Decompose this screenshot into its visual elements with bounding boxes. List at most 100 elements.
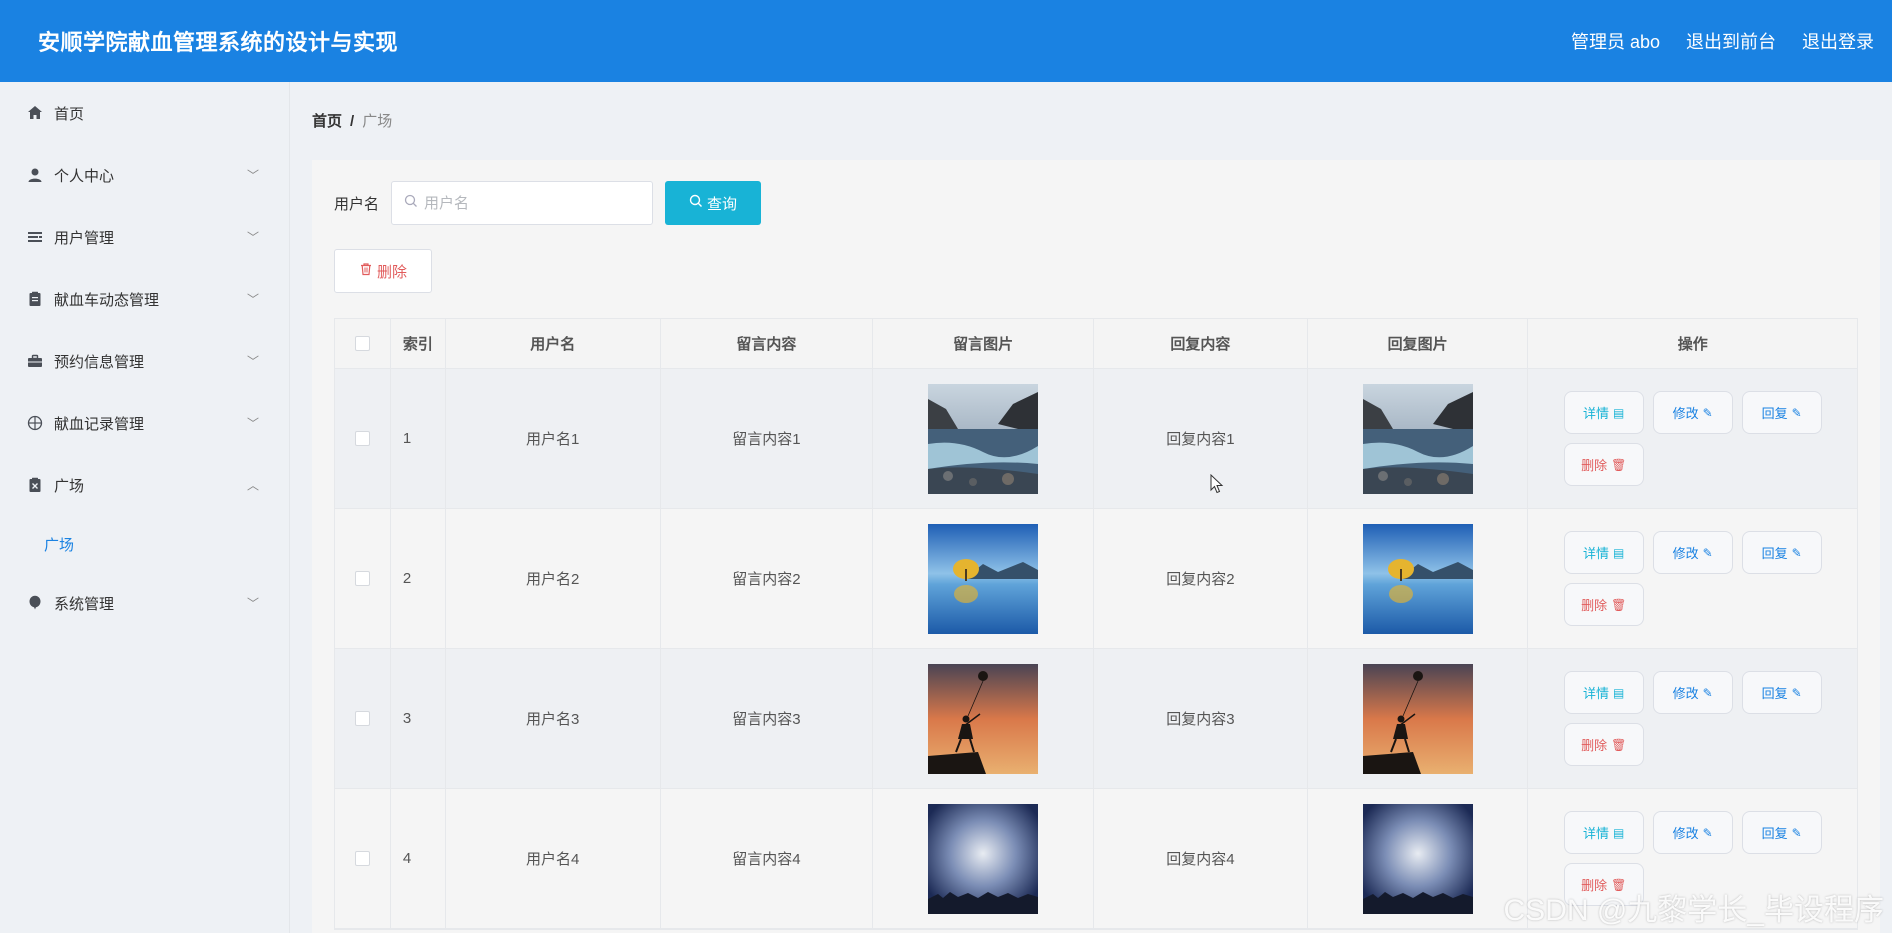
night-sky-crowd-image[interactable] — [1362, 803, 1473, 914]
detail-button[interactable]: 详情 ▤ — [1563, 391, 1644, 434]
sidebar-item-system[interactable]: 系统管理 ﹀ — [0, 572, 289, 634]
breadcrumb-separator: / — [350, 113, 355, 130]
cell-username: 用户名2 — [446, 509, 661, 648]
sidebar-item-records[interactable]: 献血记录管理 ﹀ — [0, 392, 289, 454]
admin-label[interactable]: 管理员 abo — [1571, 28, 1660, 54]
table-header-row: 索引 用户名 留言内容 留言图片 回复内容 回复图片 操作 — [335, 319, 1857, 369]
sidebar-item-personal[interactable]: 个人中心 ﹀ — [0, 144, 289, 206]
search-box[interactable] — [391, 181, 654, 225]
delete-button[interactable]: 删除 🗑 — [1563, 583, 1644, 626]
row-checkbox[interactable] — [354, 711, 370, 726]
girl-balloon-sunset-image[interactable] — [928, 663, 1039, 774]
document-icon: ▤ — [1613, 685, 1625, 700]
delete-label: 删除 — [1581, 458, 1608, 473]
row-checkbox[interactable] — [354, 571, 370, 586]
edit-label: 修改 — [1672, 546, 1699, 561]
exit-to-front-link[interactable]: 退出到前台 — [1686, 28, 1776, 54]
batch-delete-label: 删除 — [376, 263, 407, 281]
river-landscape-image[interactable] — [1362, 383, 1473, 494]
edit-button[interactable]: 修改 ✎ — [1652, 671, 1733, 714]
cell-index: 3 — [391, 649, 446, 788]
sidebar-item-label: 预约信息管理 — [54, 353, 145, 371]
cell-message: 留言内容4 — [661, 789, 874, 928]
reply-button[interactable]: 回复 ✎ — [1741, 811, 1822, 854]
row-checkbox[interactable] — [354, 851, 370, 866]
detail-label: 详情 — [1583, 826, 1610, 841]
header-links: 管理员 abo 退出到前台 退出登录 — [1571, 28, 1874, 54]
row-select-cell — [335, 369, 391, 508]
breadcrumb-current: 广场 — [362, 113, 393, 130]
sidebar-item-plaza[interactable]: 广场 ︿ — [0, 454, 289, 516]
cell-actions: 详情 ▤ 修改 ✎ 回复 ✎ 删除 🗑 — [1528, 509, 1857, 648]
sidebar-subitem-plaza[interactable]: 广场 — [0, 516, 289, 572]
reply-button[interactable]: 回复 ✎ — [1741, 671, 1822, 714]
pencil-icon: ✎ — [1702, 405, 1713, 420]
column-header-reply: 回复内容 — [1094, 319, 1308, 368]
column-header-message-image: 留言图片 — [873, 319, 1094, 368]
delete-button[interactable]: 删除 🗑 — [1563, 443, 1644, 486]
column-header-message: 留言内容 — [661, 319, 874, 368]
cell-reply: 回复内容2 — [1094, 509, 1308, 648]
reply-button[interactable]: 回复 ✎ — [1741, 391, 1822, 434]
trash-icon: 🗑 — [1611, 597, 1627, 612]
row-select-cell — [335, 509, 391, 648]
pencil-icon: ✎ — [1791, 405, 1802, 420]
sidebar-item-home[interactable]: 首页 — [0, 82, 289, 144]
chevron-down-icon: ﹀ — [246, 230, 259, 245]
edit-label: 修改 — [1672, 826, 1699, 841]
clipboard-x-icon — [26, 476, 44, 494]
cell-actions: 详情 ▤ 修改 ✎ 回复 ✎ 删除 🗑 — [1528, 649, 1857, 788]
night-sky-crowd-image[interactable] — [928, 803, 1039, 914]
select-all-checkbox[interactable] — [354, 336, 370, 351]
cell-username: 用户名3 — [446, 649, 661, 788]
breadcrumb-home[interactable]: 首页 — [312, 113, 342, 130]
sidebar-item-label: 献血车动态管理 — [54, 291, 160, 309]
river-landscape-image[interactable] — [928, 383, 1039, 494]
briefcase-icon — [26, 352, 44, 370]
reply-label: 回复 — [1761, 826, 1788, 841]
cell-message: 留言内容3 — [661, 649, 874, 788]
chevron-up-icon: ︿ — [246, 478, 259, 493]
cell-message-image — [873, 369, 1094, 508]
sidebar-item-bloodbus[interactable]: 献血车动态管理 ﹀ — [0, 268, 289, 330]
query-button[interactable]: 查询 — [665, 181, 762, 225]
header-select-all-cell — [335, 319, 391, 368]
cell-index: 2 — [391, 509, 446, 648]
cell-username: 用户名4 — [446, 789, 661, 928]
reply-label: 回复 — [1761, 686, 1788, 701]
delete-button[interactable]: 删除 🗑 — [1563, 723, 1644, 766]
query-button-label: 查询 — [707, 195, 738, 213]
detail-button[interactable]: 详情 ▤ — [1563, 531, 1644, 574]
search-input[interactable] — [424, 194, 635, 212]
edit-button[interactable]: 修改 ✎ — [1652, 391, 1733, 434]
lake-tree-image[interactable] — [1362, 523, 1473, 634]
list-icon — [26, 228, 44, 246]
detail-button[interactable]: 详情 ▤ — [1563, 811, 1644, 854]
table-row: 1 用户名1 留言内容1 回复内容1 详情 ▤ 修改 ✎ 回复 ✎ 删除 🗑 — [335, 369, 1857, 509]
row-checkbox[interactable] — [354, 431, 370, 446]
edit-label: 修改 — [1672, 406, 1699, 421]
sidebar-item-appointments[interactable]: 预约信息管理 ﹀ — [0, 330, 289, 392]
batch-delete-button[interactable]: 删除 — [334, 249, 432, 293]
sidebar-item-label: 用户管理 — [54, 229, 115, 247]
reply-label: 回复 — [1761, 406, 1788, 421]
column-header-reply-image: 回复图片 — [1308, 319, 1529, 368]
chevron-down-icon: ﹀ — [246, 416, 259, 431]
reply-button[interactable]: 回复 ✎ — [1741, 531, 1822, 574]
logout-link[interactable]: 退出登录 — [1802, 28, 1874, 54]
sidebar-item-users[interactable]: 用户管理 ﹀ — [0, 206, 289, 268]
detail-button[interactable]: 详情 ▤ — [1563, 671, 1644, 714]
delete-label: 删除 — [1581, 598, 1608, 613]
edit-button[interactable]: 修改 ✎ — [1652, 811, 1733, 854]
search-icon — [689, 194, 707, 212]
cell-message-image — [873, 789, 1094, 928]
top-header: 安顺学院献血管理系统的设计与实现 管理员 abo 退出到前台 退出登录 — [0, 0, 1892, 82]
cell-index: 4 — [391, 789, 446, 928]
edit-button[interactable]: 修改 ✎ — [1652, 531, 1733, 574]
lake-tree-image[interactable] — [928, 523, 1039, 634]
csdn-watermark: CSDN @九黎学长_毕设程序 — [1503, 894, 1884, 927]
edit-label: 修改 — [1672, 686, 1699, 701]
sidebar-item-label: 系统管理 — [54, 595, 115, 613]
trash-icon — [359, 262, 377, 280]
girl-balloon-sunset-image[interactable] — [1362, 663, 1473, 774]
